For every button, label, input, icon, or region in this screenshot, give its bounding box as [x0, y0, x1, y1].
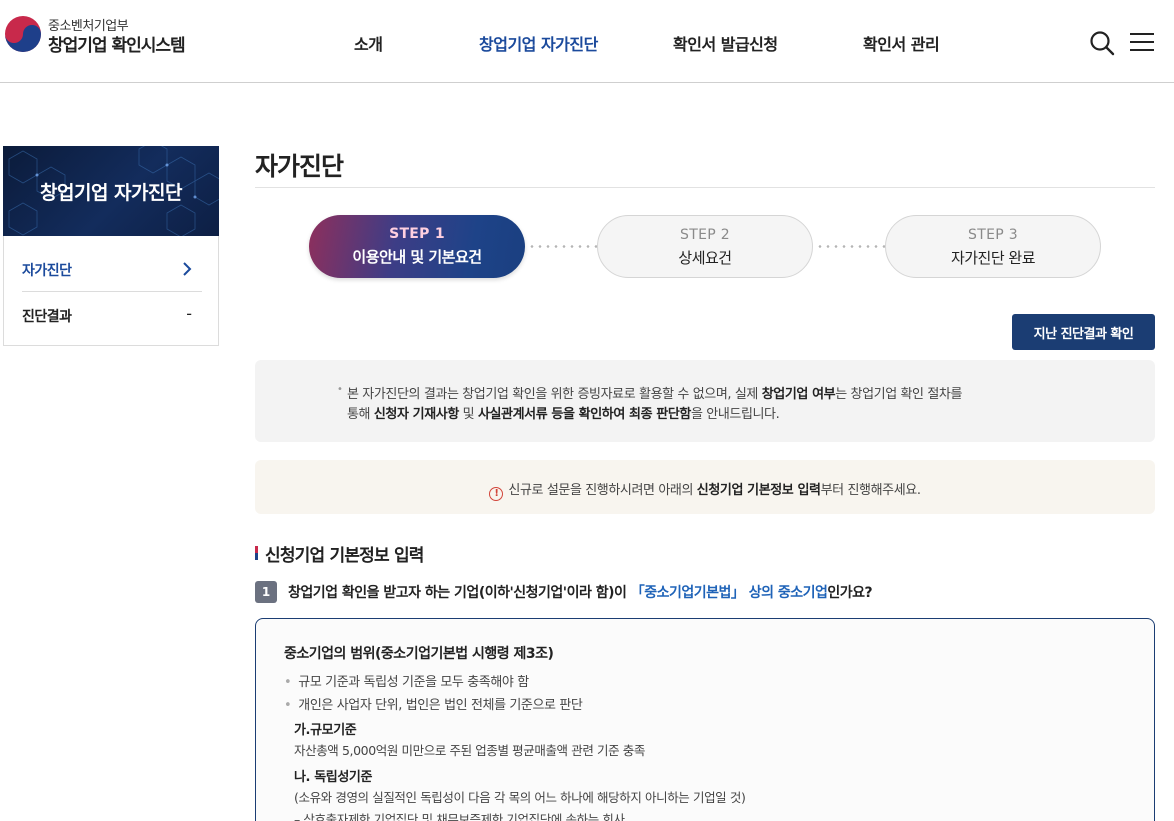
- sme-act-link[interactable]: 「중소기업기본법」 상의 중소기업: [631, 585, 828, 601]
- sidebar-item-label: 자가진단: [22, 263, 72, 279]
- info-title: 중소기업의 범위(중소기업기본법 시행령 제3조): [284, 646, 554, 662]
- sidebar-item-self-diagnosis[interactable]: 자가진단: [22, 246, 202, 292]
- collapse-dash-icon: -: [186, 304, 192, 323]
- step-3: STEP 3 자가진단 완료: [885, 215, 1101, 278]
- bullet-icon: •: [337, 384, 343, 395]
- logo-system-name: 창업기업 확인시스템: [48, 36, 186, 56]
- info-subheading-size: 가.규모기준: [294, 723, 357, 738]
- sidebar-banner-title: 창업기업 자가진단: [40, 182, 182, 204]
- header: 중소벤처기업부 창업기업 확인시스템 소개 창업기업 자가진단 확인서 발급신청…: [0, 0, 1174, 83]
- view-past-results-button[interactable]: 지난 진단결과 확인: [1012, 314, 1155, 350]
- info-text-independence: (소유와 경영의 실질적인 독립성이 다음 각 목의 어느 하나에 해당하지 아…: [294, 790, 746, 805]
- nav-intro[interactable]: 소개: [354, 31, 383, 55]
- section-title: 신청기업 기본정보 입력: [265, 546, 424, 566]
- section-marker: [255, 546, 258, 560]
- nav-certificate-manage[interactable]: 확인서 관리: [863, 31, 940, 55]
- page-title: 자가진단: [255, 152, 344, 181]
- step-connector: [816, 245, 886, 248]
- title-divider: [255, 187, 1155, 188]
- exclamation-icon: !: [489, 487, 504, 501]
- info-bullet: 규모 기준과 독립성 기준을 모두 충족해야 함: [284, 671, 529, 690]
- hamburger-menu-icon[interactable]: [1130, 31, 1154, 53]
- sidebar-item-label: 진단결과: [22, 309, 72, 325]
- step-number: STEP 3: [968, 227, 1018, 243]
- sme-scope-info-box: 중소기업의 범위(중소기업기본법 시행령 제3조) 규모 기준과 독립성 기준을…: [255, 618, 1155, 821]
- taegeuk-emblem-icon: [5, 16, 41, 52]
- question-text: 창업기업 확인을 받고자 하는 기업(이하'신청기업'이라 함)이 「중소기업기…: [288, 585, 873, 601]
- warning-box: ! 신규로 설문을 진행하시려면 아래의 신청기업 기본정보 입력부터 진행해주세…: [255, 460, 1155, 514]
- step-label: 자가진단 완료: [950, 249, 1036, 267]
- sidebar-item-diagnosis-result[interactable]: 진단결과 -: [22, 292, 202, 338]
- info-bullet: 개인은 사업자 단위, 법인은 법인 전체를 기준으로 판단: [284, 694, 583, 713]
- sidebar-menu: 자가진단 진단결과 -: [3, 236, 219, 346]
- info-text-size: 자산총액 5,000억원 미만으로 주된 업종별 평균매출액 관련 기준 충족: [294, 743, 645, 758]
- search-icon[interactable]: [1089, 30, 1115, 56]
- step-number: STEP 1: [389, 226, 445, 242]
- step-number: STEP 2: [680, 227, 730, 243]
- step-2: STEP 2 상세요건: [597, 215, 813, 278]
- step-1: STEP 1 이용안내 및 기본요건: [309, 215, 525, 278]
- step-label: 상세요건: [678, 249, 732, 267]
- logo[interactable]: 중소벤처기업부 창업기업 확인시스템: [4, 13, 204, 57]
- info-item-independence: – 상호출자제한 기업집단 및 채무보증제한 기업집단에 속하는 회사: [294, 812, 625, 821]
- sidebar-banner: 창업기업 자가진단: [3, 146, 219, 236]
- notice-box: • 본 자가진단의 결과는 창업기업 확인을 위한 증빙자료로 활용할 수 없으…: [255, 360, 1155, 442]
- notice-line-1: 본 자가진단의 결과는 창업기업 확인을 위한 증빙자료로 활용할 수 없으며,…: [347, 387, 963, 402]
- warning-text: ! 신규로 설문을 진행하시려면 아래의 신청기업 기본정보 입력부터 진행해주세…: [255, 479, 1155, 501]
- info-subheading-independence: 나. 독립성기준: [294, 770, 373, 785]
- nav-certificate-apply[interactable]: 확인서 발급신청: [673, 31, 778, 55]
- question-number-badge: 1: [255, 581, 277, 603]
- notice-line-2: 통해 신청자 기재사항 및 사실관계서류 등을 확인하여 최종 판단함을 안내드…: [347, 407, 780, 422]
- nav-self-diagnosis[interactable]: 창업기업 자가진단: [479, 31, 598, 55]
- step-connector: [528, 245, 598, 248]
- step-label: 이용안내 및 기본요건: [352, 248, 482, 266]
- chevron-right-icon: [183, 262, 192, 276]
